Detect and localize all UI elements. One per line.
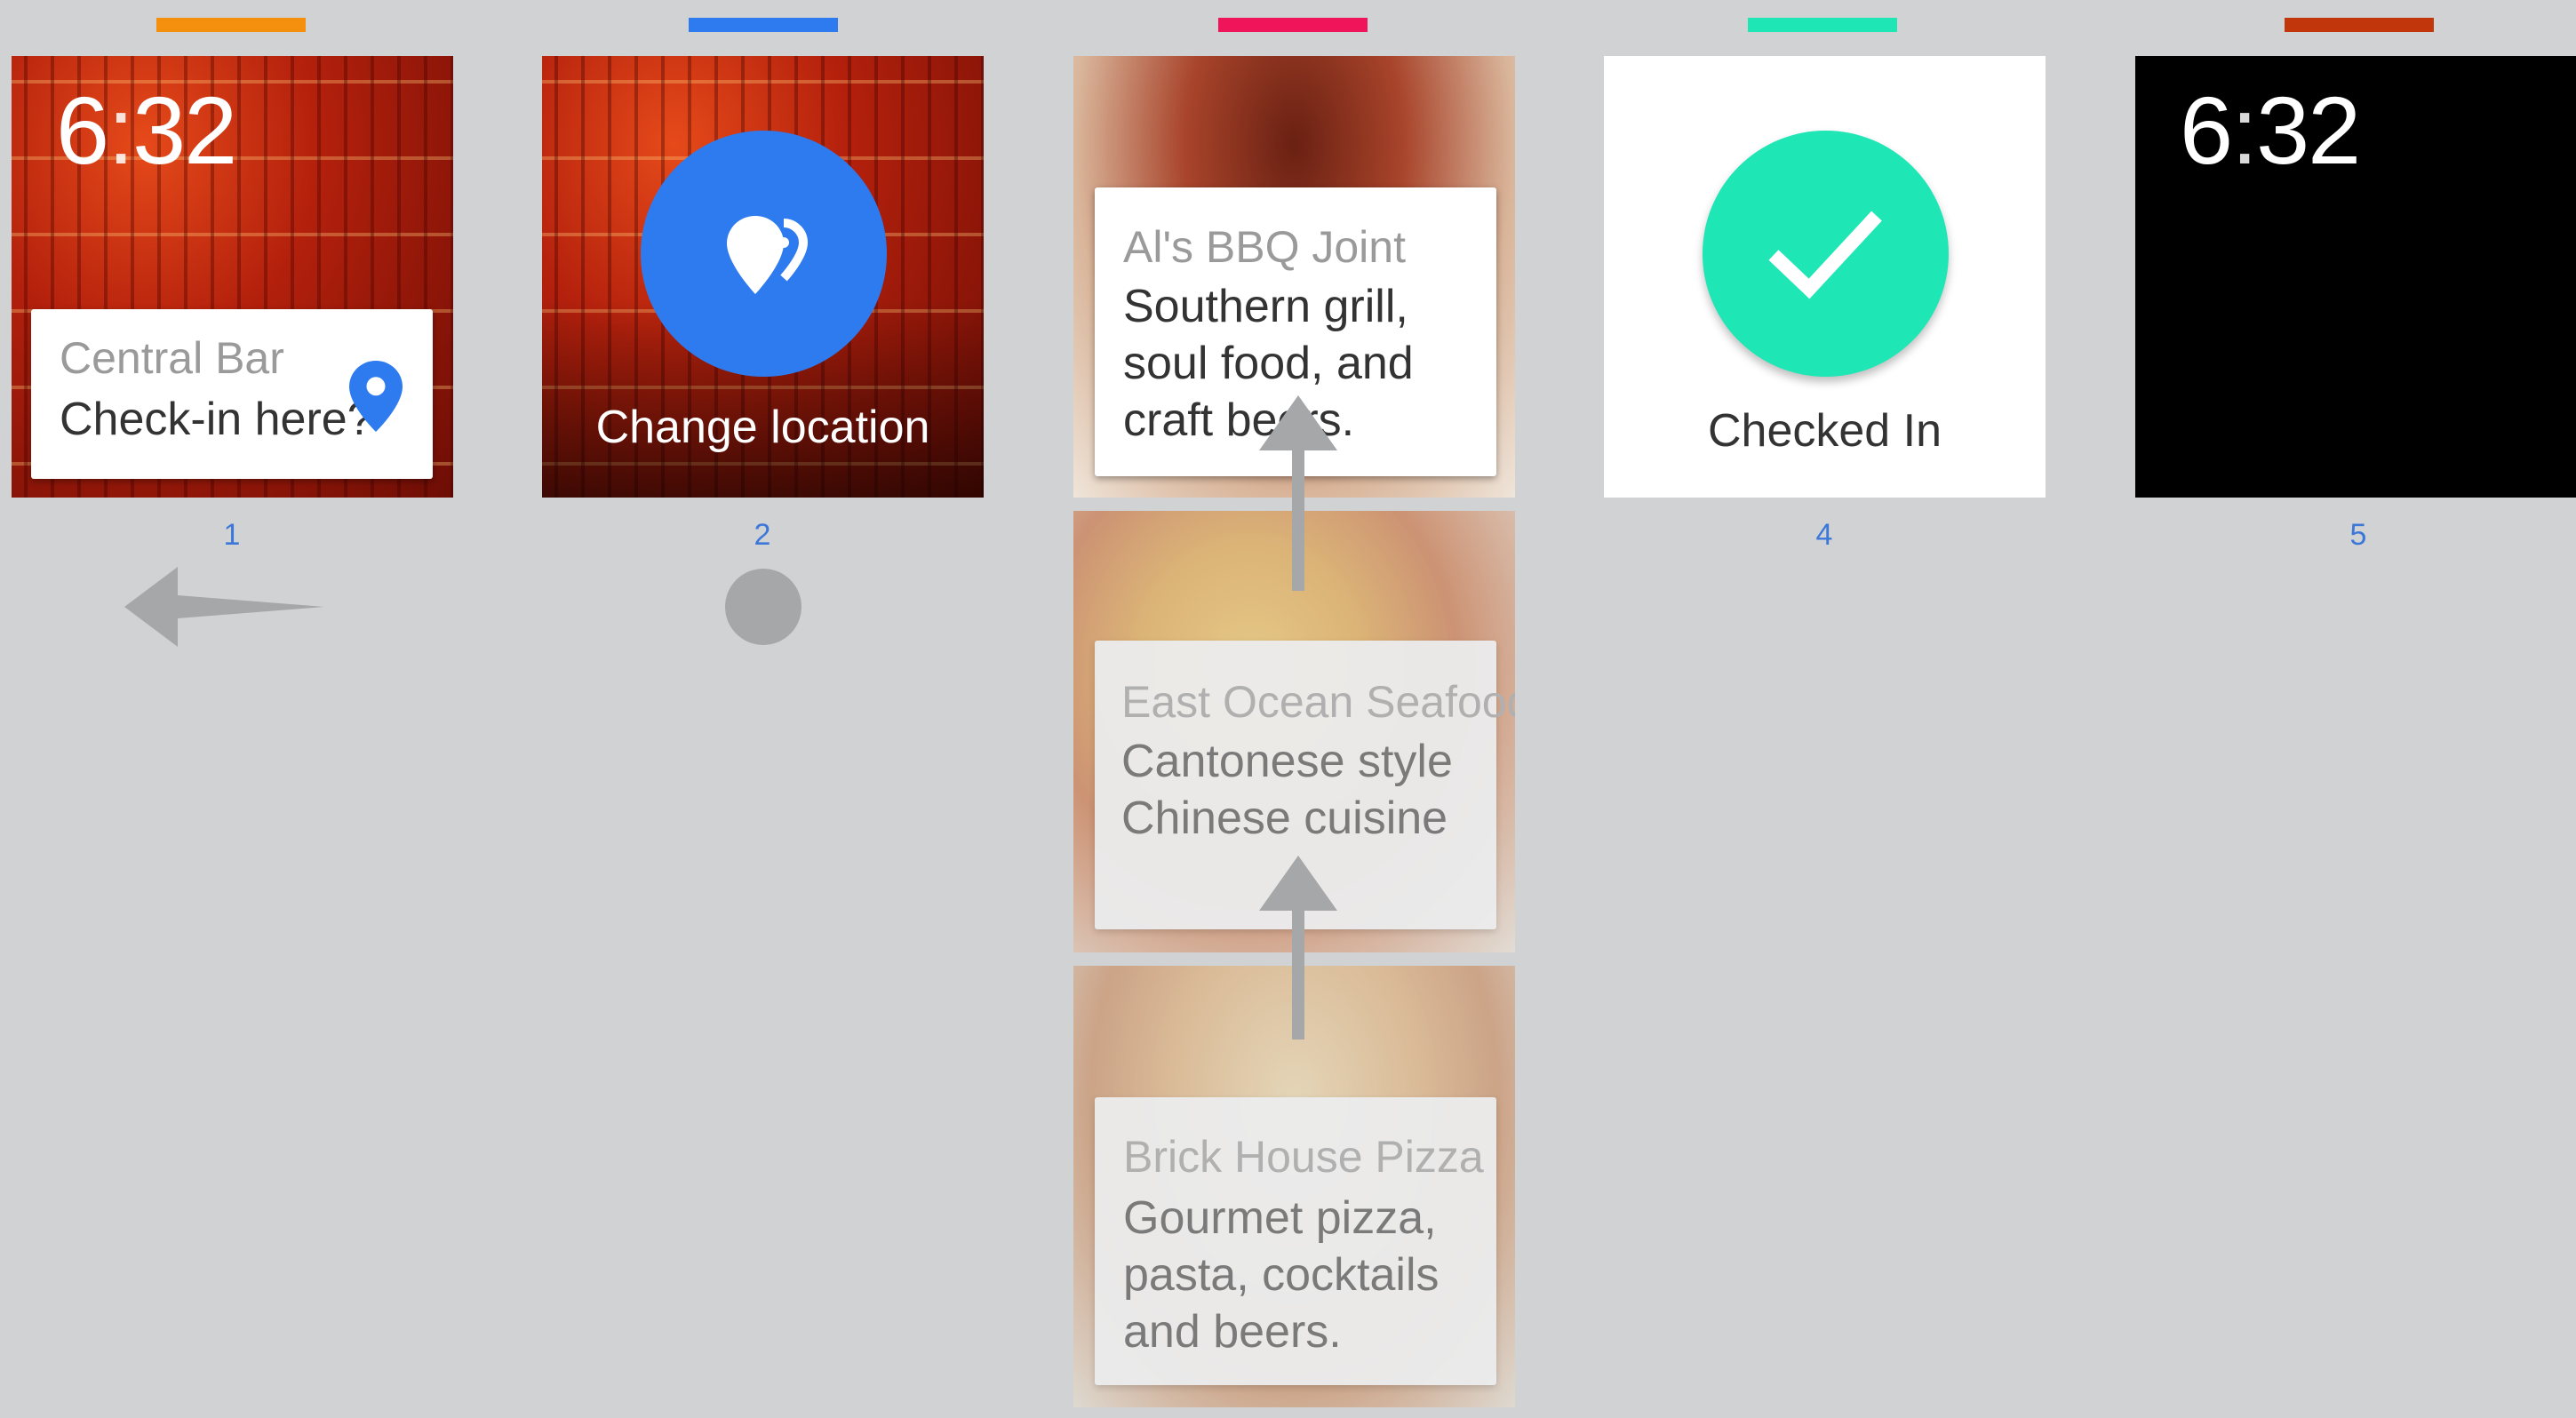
restaurant-description: Gourmet pizza, pasta, cocktails and beer… [1123,1192,1440,1358]
location-pin-icon[interactable] [349,361,403,432]
swipe-up-arrow-1 [1259,395,1337,450]
color-bar-5 [2285,18,2434,32]
screen-2-change-location: Change location [542,56,984,498]
restaurant-card-3[interactable]: Brick House Pizza Gourmet pizza, pasta, … [1095,1097,1496,1385]
swipe-up-arrow-stem-2 [1292,906,1304,1040]
checkin-card[interactable]: Central Bar Check-in here? [31,309,433,479]
color-bar-2 [689,18,838,32]
change-location-button[interactable] [641,131,887,377]
tap-circle [725,569,802,645]
screen-index-5: 5 [2349,518,2367,552]
checked-in-label: Checked In [1707,405,1942,457]
change-location-icon [727,216,809,294]
ambient-clock: 6:32 [2180,76,2361,184]
restaurant-description: Cantonese style Chinese cuisine [1121,736,1453,844]
checkin-question: Check-in here? [60,394,373,445]
watch-clock: 6:32 [56,76,237,184]
color-bar-4 [1748,18,1897,32]
screen-index-2: 2 [754,518,771,552]
restaurant-name: East Ocean Seafood [1121,677,1515,727]
color-bar-1 [156,18,306,32]
place-name: Central Bar [60,333,284,383]
restaurant-name: Al's BBQ Joint [1123,222,1406,272]
restaurant-name: Brick House Pizza [1123,1132,1484,1182]
swipe-up-arrow-stem-1 [1292,444,1304,591]
screen-1-checkin-prompt: 6:32 Central Bar Check-in here? [12,56,453,498]
screen-4-checked-in: Checked In [1604,56,2046,498]
screen-index-1: 1 [223,518,241,552]
checked-in-circle [1703,131,1949,377]
screen-index-4: 4 [1815,518,1833,552]
change-location-label: Change location [595,402,930,453]
screen-5-ambient-clock: 6:32 [2135,56,2576,498]
checkmark-icon [1768,211,1882,299]
swipe-left-arrow [124,567,324,647]
color-bar-3 [1218,18,1368,32]
swipe-up-arrow-2 [1259,856,1337,911]
